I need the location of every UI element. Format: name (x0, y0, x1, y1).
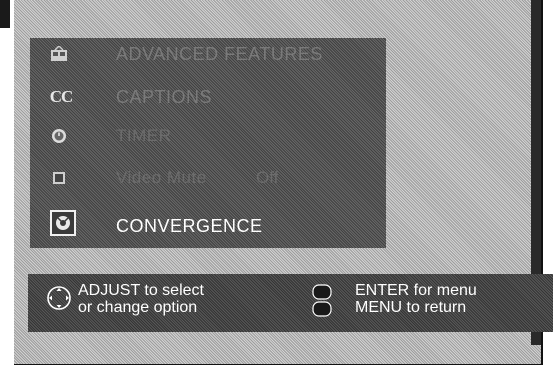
enter-help-line: ENTER for menu (355, 282, 477, 299)
menu-panel: ADVANCED FEATURES CC CAPTIONS TIMER Vide… (30, 38, 386, 248)
adjust-help-line1: ADJUST to select (78, 282, 204, 299)
captions-icon: CC (49, 87, 74, 106)
help-bar: ADJUST to select or change option ENTER … (28, 274, 553, 332)
menu-item-advanced-features[interactable]: ADVANCED FEATURES (30, 40, 386, 70)
timer-icon (50, 128, 68, 144)
menu-item-captions[interactable]: CC CAPTIONS (30, 83, 386, 113)
corner-mark (0, 0, 10, 28)
adjust-dial-icon (46, 285, 72, 316)
menu-help-line: MENU to return (355, 299, 467, 316)
menu-item-video-mute[interactable]: Video Mute Off (30, 164, 386, 194)
enter-menu-buttons-icon (311, 284, 333, 323)
menu-item-label: CAPTIONS (116, 87, 213, 107)
adjust-help-line2: or change option (78, 299, 198, 316)
convergence-icon (50, 210, 76, 236)
menu-item-timer[interactable]: TIMER (30, 122, 386, 152)
menu-item-label: CONVERGENCE (116, 216, 263, 236)
menu-item-label: Video Mute (116, 168, 207, 187)
advanced-features-icon (50, 46, 68, 62)
menu-item-label: TIMER (116, 126, 172, 145)
menu-item-label: ADVANCED FEATURES (116, 44, 323, 64)
video-mute-value: Off (256, 168, 279, 187)
video-mute-icon (50, 170, 68, 186)
menu-item-convergence[interactable]: CONVERGENCE (30, 210, 386, 240)
tv-screen: ADVANCED FEATURES CC CAPTIONS TIMER Vide… (14, 0, 553, 365)
